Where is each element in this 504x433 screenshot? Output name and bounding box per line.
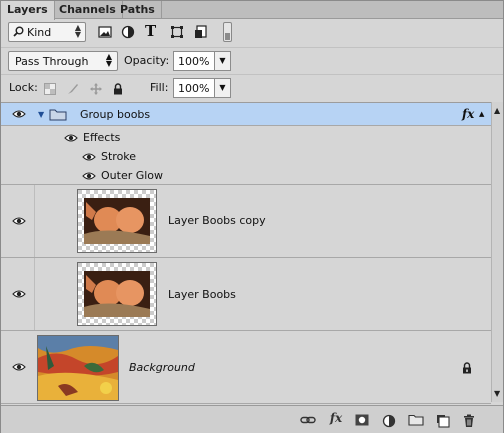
layer-row-group[interactable]: ▼ Group boobs fx ▲ [1, 103, 491, 126]
layer-thumbnail [77, 262, 157, 326]
fill-label: Fill: [150, 81, 169, 94]
effect-item-outer-glow[interactable]: Outer Glow [101, 169, 163, 182]
layer-lock-icon [461, 362, 473, 374]
link-layers-icon[interactable] [300, 414, 316, 428]
effects-list: Effects Stroke Outer Glow [1, 126, 491, 185]
layer-row[interactable]: Layer Boobs [1, 258, 491, 331]
kind-filter-label: Kind [27, 26, 52, 39]
layer-thumbnail [77, 189, 157, 253]
filter-toggle-switch[interactable] [223, 22, 232, 42]
fill-input[interactable]: 100% [173, 78, 215, 98]
stroke-visibility-eye-icon[interactable] [82, 152, 96, 162]
opacity-value: 100% [178, 55, 210, 68]
search-icon [13, 26, 24, 40]
tab-channels[interactable]: Channels [53, 1, 123, 19]
folder-icon [49, 108, 67, 121]
smart-object-filter-icon[interactable] [194, 25, 208, 39]
opacity-dropdown-button[interactable]: ▼ [215, 51, 231, 71]
new-layer-icon[interactable] [435, 414, 451, 428]
select-arrows-icon: ▲ ▼ [74, 23, 81, 39]
lock-all-icon[interactable] [112, 83, 124, 95]
visibility-eye-icon[interactable] [12, 109, 26, 119]
lock-position-icon[interactable] [90, 83, 102, 95]
visibility-eye-icon[interactable] [12, 216, 26, 226]
tab-paths[interactable]: Paths [114, 1, 162, 19]
shape-filter-icon[interactable] [170, 25, 184, 39]
visibility-eye-icon[interactable] [12, 289, 26, 299]
adjustment-filter-icon[interactable] [121, 25, 135, 39]
fill-dropdown-button[interactable]: ▼ [215, 78, 231, 98]
layer-name[interactable]: Group boobs [80, 108, 150, 121]
layers-footer: fx [1, 405, 503, 433]
effect-item-stroke[interactable]: Stroke [101, 150, 136, 163]
visibility-eye-icon[interactable] [12, 362, 26, 372]
effects-label[interactable]: Effects [83, 131, 120, 144]
lock-row: Lock: Fill: 100% ▼ [1, 74, 503, 100]
delete-layer-icon[interactable] [461, 414, 477, 428]
layer-name[interactable]: Layer Boobs [168, 288, 236, 301]
layer-name[interactable]: Background [129, 361, 195, 374]
opacity-label: Opacity: [124, 54, 170, 67]
adjustment-layer-icon[interactable] [381, 414, 397, 428]
add-layer-style-icon[interactable]: fx [328, 411, 344, 425]
layers-scrollbar[interactable]: ▲ ▼ [491, 102, 503, 402]
filter-row: Kind ▲ ▼ T [1, 19, 503, 45]
blend-mode-value: Pass Through [15, 55, 89, 68]
layers-panel: Layers Channels Paths Kind ▲ ▼ T Pass Th… [0, 0, 504, 433]
expand-triangle-icon[interactable]: ▼ [38, 110, 44, 119]
collapse-effects-arrow-icon[interactable]: ▲ [479, 110, 484, 118]
effects-visibility-eye-icon[interactable] [64, 133, 78, 143]
outer-glow-visibility-eye-icon[interactable] [82, 171, 96, 181]
lock-transparent-pixels-icon[interactable] [44, 83, 56, 95]
layer-effects-fx-icon[interactable]: fx [462, 107, 474, 121]
lock-label: Lock: [9, 81, 38, 94]
pixel-filter-icon[interactable] [98, 25, 112, 39]
new-group-icon[interactable] [408, 414, 424, 428]
add-mask-icon[interactable] [354, 414, 370, 428]
layer-row[interactable]: Layer Boobs copy [1, 185, 491, 258]
select-arrows-icon: ▲ ▼ [105, 52, 112, 68]
layer-row-background[interactable]: Background [1, 331, 491, 404]
tab-layers[interactable]: Layers [1, 1, 55, 20]
kind-filter-dropdown[interactable]: Kind ▲ ▼ [8, 22, 86, 42]
toggle-knob [225, 33, 230, 40]
blend-row: Pass Through ▲ ▼ Opacity: 100% ▼ [1, 47, 503, 73]
lock-image-pixels-icon[interactable] [67, 83, 79, 95]
blend-mode-dropdown[interactable]: Pass Through ▲ ▼ [8, 51, 118, 71]
scroll-up-arrow-icon[interactable]: ▲ [494, 106, 500, 115]
layer-name[interactable]: Layer Boobs copy [168, 214, 266, 227]
opacity-input[interactable]: 100% [173, 51, 215, 71]
type-filter-icon[interactable]: T [145, 22, 159, 40]
panel-tab-bar: Layers Channels Paths [1, 1, 503, 20]
scroll-down-arrow-icon[interactable]: ▼ [494, 389, 500, 398]
layers-list: ▼ Group boobs fx ▲ Effects Stroke Outer … [1, 102, 491, 404]
background-thumbnail [37, 335, 119, 401]
fill-value: 100% [178, 82, 210, 95]
